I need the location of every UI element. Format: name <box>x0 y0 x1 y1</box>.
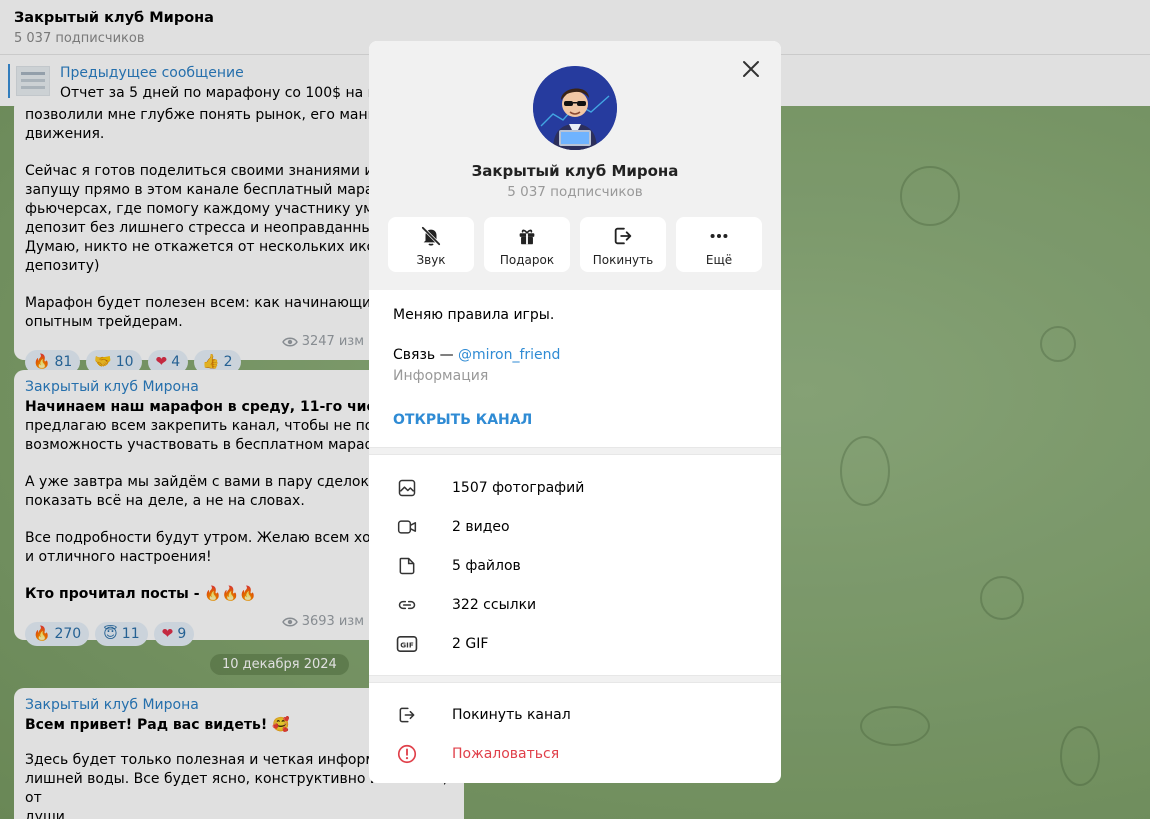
channel-subscriber-count: 5 037 подписчиков <box>507 184 643 200</box>
media-row-links[interactable]: 322 ссылки <box>369 585 781 624</box>
modal-header: Закрытый клуб Мирона 5 037 подписчиков З… <box>369 41 781 290</box>
channel-contact: Связь — @miron_friend <box>393 346 757 364</box>
leave-channel-label: Покинуть канал <box>452 706 571 723</box>
info-label: Информация <box>393 368 489 384</box>
channel-actions-list: Покинуть канал Пожаловаться <box>369 683 781 773</box>
gift-label: Подарок <box>499 253 555 267</box>
gift-icon <box>519 229 535 245</box>
report-label: Пожаловаться <box>452 745 560 762</box>
photo-icon <box>398 479 416 496</box>
more-icon <box>710 233 728 239</box>
media-files-label: 5 файлов <box>452 557 521 574</box>
channel-name: Закрытый клуб Мирона <box>471 162 679 180</box>
leave-icon <box>614 227 632 245</box>
channel-description: Меняю правила игры. <box>393 307 555 323</box>
channel-avatar[interactable] <box>533 66 617 150</box>
media-gifs-label: 2 GIF <box>452 635 489 652</box>
section-divider <box>369 447 781 455</box>
warning-icon <box>397 744 417 763</box>
avatar-illustration-icon <box>533 66 617 150</box>
contact-prefix: Связь — <box>393 347 459 363</box>
close-icon <box>743 61 759 77</box>
media-row-photos[interactable]: 1507 фотографий <box>369 468 781 507</box>
close-button[interactable] <box>739 57 763 81</box>
media-videos-label: 2 видео <box>452 518 510 535</box>
media-links-label: 322 ссылки <box>452 596 537 613</box>
bell-off-icon <box>421 226 441 246</box>
gift-button[interactable]: Подарок <box>484 217 570 272</box>
shared-media-list: 1507 фотографий 2 видео 5 файлов 322 ссы… <box>369 455 781 675</box>
contact-link[interactable]: @miron_friend <box>458 347 560 363</box>
leave-channel-row[interactable]: Покинуть канал <box>369 695 781 734</box>
section-divider <box>369 675 781 683</box>
gif-icon-glyph: GIF <box>400 640 414 649</box>
media-row-videos[interactable]: 2 видео <box>369 507 781 546</box>
leave-button[interactable]: Покинуть <box>580 217 666 272</box>
mute-label: Звук <box>416 253 446 267</box>
channel-info-modal: Закрытый клуб Мирона 5 037 подписчиков З… <box>369 41 781 783</box>
report-row[interactable]: Пожаловаться <box>369 734 781 773</box>
more-label: Ещё <box>705 253 733 267</box>
media-row-files[interactable]: 5 файлов <box>369 546 781 585</box>
action-buttons: Звук Подарок Покинуть Ещё <box>388 217 762 272</box>
mute-button[interactable]: Звук <box>388 217 474 272</box>
gif-icon: GIF <box>396 635 418 652</box>
video-icon <box>397 519 417 534</box>
more-button[interactable]: Ещё <box>676 217 762 272</box>
media-photos-label: 1507 фотографий <box>452 479 585 496</box>
channel-info-section: Меняю правила игры. Связь — @miron_frien… <box>369 290 781 447</box>
leave-label: Покинуть <box>592 253 654 267</box>
media-row-gifs[interactable]: GIF 2 GIF <box>369 624 781 663</box>
link-icon <box>398 600 416 609</box>
open-channel-button[interactable]: ОТКРЫТЬ КАНАЛ <box>393 412 532 428</box>
leave-channel-icon <box>399 707 415 722</box>
file-icon <box>399 557 415 574</box>
